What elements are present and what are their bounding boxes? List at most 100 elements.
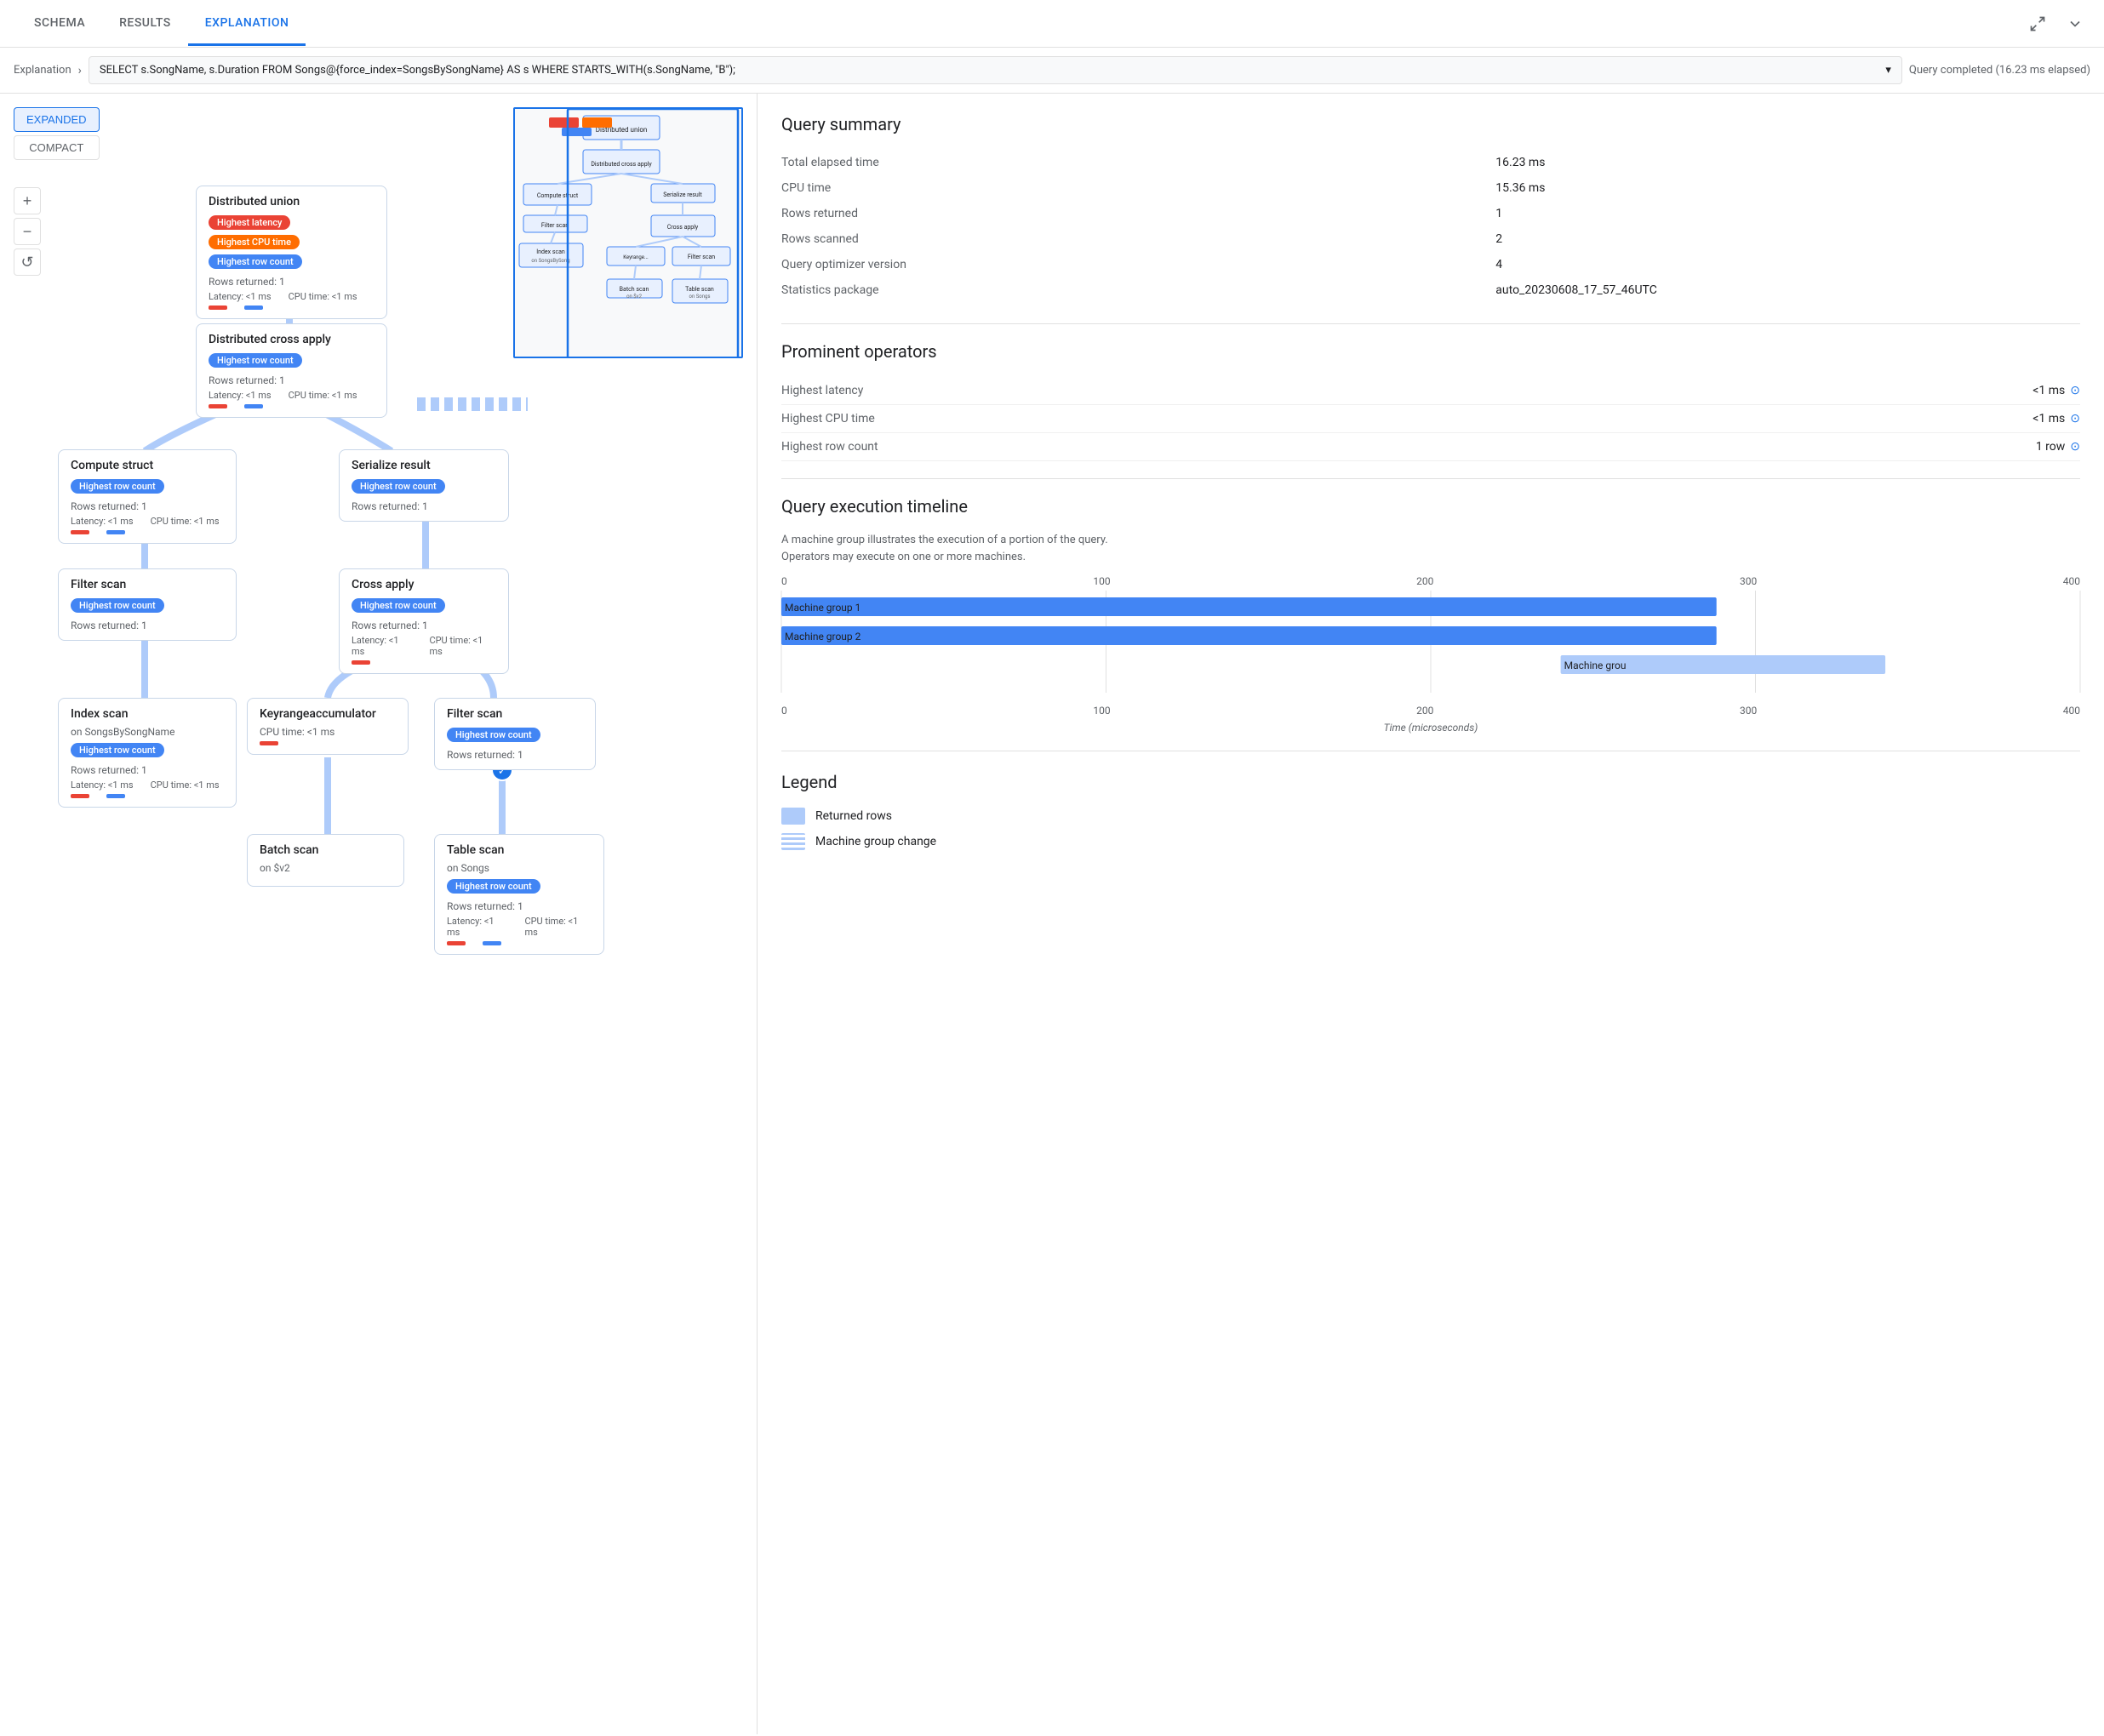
svg-text:on Songs: on Songs bbox=[689, 294, 711, 300]
node-cross-apply[interactable]: Cross apply Highest row count Rows retur… bbox=[339, 568, 509, 674]
bar-cpu bbox=[260, 741, 278, 745]
row-value: 16.23 ms bbox=[1495, 150, 2080, 175]
node-bars bbox=[209, 306, 374, 310]
link-icon-0[interactable]: ⊙ bbox=[2070, 384, 2080, 397]
badge-highest-row: Highest row count bbox=[352, 598, 445, 613]
node-rows: Rows returned: 1 bbox=[447, 749, 583, 761]
compact-button[interactable]: COMPACT bbox=[14, 135, 100, 160]
node-bars bbox=[209, 404, 374, 408]
row-value: 15.36 ms bbox=[1495, 175, 2080, 201]
node-compute-struct[interactable]: Compute struct Highest row count Rows re… bbox=[58, 449, 237, 544]
badge-highest-row: Highest row count bbox=[352, 479, 445, 494]
query-dropdown-icon[interactable]: ▾ bbox=[1885, 64, 1891, 77]
node-filter-scan-2[interactable]: Filter scan Highest row count Rows retur… bbox=[434, 698, 596, 770]
legend-section: Legend Returned rows Machine group chang… bbox=[781, 772, 2080, 850]
link-icon-1[interactable]: ⊙ bbox=[2070, 412, 2080, 425]
node-serialize-result[interactable]: Serialize result Highest row count Rows … bbox=[339, 449, 509, 522]
node-filter-scan-1[interactable]: Filter scan Highest row count Rows retur… bbox=[58, 568, 237, 641]
row-value: auto_20230608_17_57_46UTC bbox=[1495, 277, 2080, 303]
node-title: Filter scan bbox=[447, 707, 583, 721]
node-index-scan[interactable]: Index scan on SongsBySongName Highest ro… bbox=[58, 698, 237, 808]
zoom-out-button[interactable]: − bbox=[14, 218, 41, 245]
query-summary-title: Query summary bbox=[781, 114, 2080, 134]
query-status: Query completed (16.23 ms elapsed) bbox=[1909, 57, 2090, 83]
svg-text:Serialize result: Serialize result bbox=[663, 191, 702, 198]
badge-highest-row: Highest row count bbox=[447, 879, 540, 894]
badge-highest-row: Highest row count bbox=[209, 353, 302, 368]
node-cpu: CPU time: <1 ms bbox=[151, 779, 220, 791]
bar-cpu bbox=[106, 794, 125, 798]
tab-results[interactable]: RESULTS bbox=[102, 3, 188, 46]
svg-text:Table scan: Table scan bbox=[685, 286, 714, 293]
fullscreen-icon[interactable] bbox=[2026, 12, 2050, 36]
query-input[interactable]: SELECT s.SongName, s.Duration FROM Songs… bbox=[89, 56, 1902, 84]
view-toggle: EXPANDED COMPACT bbox=[14, 107, 100, 160]
svg-text:Distributed cross apply: Distributed cross apply bbox=[591, 161, 652, 168]
expanded-button[interactable]: EXPANDED bbox=[14, 107, 100, 132]
timeline-xlabel: Time (microseconds) bbox=[781, 722, 2080, 734]
op-value: <1 ms ⊙ bbox=[2033, 412, 2080, 425]
svg-text:Filter scan: Filter scan bbox=[688, 254, 715, 260]
left-panel: EXPANDED COMPACT + − ↺ bbox=[0, 94, 758, 1734]
minimap-svg: Distributed union Distributed cross appl… bbox=[515, 109, 743, 358]
tab-schema[interactable]: SCHEMA bbox=[17, 3, 102, 46]
legend-icon-returned bbox=[781, 808, 805, 825]
bar-latency bbox=[71, 530, 89, 534]
zoom-controls: + − ↺ bbox=[14, 187, 41, 276]
legend-icon-machine bbox=[781, 833, 805, 850]
link-icon-2[interactable]: ⊙ bbox=[2070, 440, 2080, 454]
node-table-scan[interactable]: Table scan on Songs Highest row count Ro… bbox=[434, 834, 604, 955]
node-bar-row: Latency: <1 ms CPU time: <1 ms bbox=[71, 516, 224, 527]
node-bars bbox=[352, 660, 496, 665]
timeline-x-axis-bottom: 0 100 200 300 400 bbox=[781, 705, 2080, 717]
node-bars bbox=[71, 794, 224, 798]
row-value: 4 bbox=[1495, 252, 2080, 277]
minimap[interactable]: Distributed union Distributed cross appl… bbox=[513, 107, 743, 358]
tab-icons bbox=[2026, 12, 2087, 36]
svg-text:on $v2: on $v2 bbox=[626, 294, 643, 300]
node-distributed-cross-apply[interactable]: Distributed cross apply Highest row coun… bbox=[196, 323, 387, 418]
xaxis-300: 300 bbox=[1740, 705, 1757, 717]
axis-400: 400 bbox=[2063, 575, 2080, 587]
op-val-text: <1 ms bbox=[2033, 412, 2065, 425]
node-rows: Rows returned: 1 bbox=[352, 500, 496, 512]
row-value: 2 bbox=[1495, 226, 2080, 252]
node-distributed-union[interactable]: Distributed union Highest latency Highes… bbox=[196, 186, 387, 319]
node-rows: Rows returned: 1 bbox=[352, 620, 496, 631]
bar-latency bbox=[209, 404, 227, 408]
bar-latency bbox=[209, 306, 227, 310]
node-badges: Highest latency Highest CPU time Highest… bbox=[209, 214, 374, 272]
badge-highest-row: Highest row count bbox=[209, 254, 302, 269]
zoom-reset-button[interactable]: ↺ bbox=[14, 248, 41, 276]
op-value: <1 ms ⊙ bbox=[2033, 384, 2080, 397]
op-val-text: <1 ms bbox=[2033, 384, 2065, 397]
chevron-down-icon[interactable] bbox=[2063, 12, 2087, 36]
query-bar: Explanation › SELECT s.SongName, s.Durat… bbox=[0, 48, 2104, 94]
node-cpu: CPU time: <1 ms bbox=[151, 516, 220, 527]
table-row: CPU time 15.36 ms bbox=[781, 175, 2080, 201]
svg-text:Filter scan: Filter scan bbox=[541, 222, 569, 229]
xaxis-100: 100 bbox=[1093, 705, 1110, 717]
node-cpu: CPU time: <1 ms bbox=[524, 916, 592, 938]
timeline-section: Query execution timeline A machine group… bbox=[781, 496, 2080, 734]
bar-latency bbox=[352, 660, 370, 665]
axis-0: 0 bbox=[781, 575, 787, 587]
op-val-text: 1 row bbox=[2036, 440, 2065, 454]
xaxis-0: 0 bbox=[781, 705, 787, 717]
tab-explanation[interactable]: EXPLANATION bbox=[188, 3, 306, 46]
table-row: Rows returned 1 bbox=[781, 201, 2080, 226]
node-title: Filter scan bbox=[71, 578, 224, 591]
node-latency: Latency: <1 ms bbox=[71, 516, 134, 527]
zoom-in-button[interactable]: + bbox=[14, 187, 41, 214]
node-keyrange-accumulator[interactable]: Keyrangeaccumulator CPU time: <1 ms bbox=[247, 698, 409, 755]
timeline-axis-top: 0 100 200 300 400 bbox=[781, 575, 2080, 587]
node-title: Distributed union bbox=[209, 195, 374, 208]
row-label: Rows returned bbox=[781, 201, 1495, 226]
breadcrumb-arrow: › bbox=[78, 64, 82, 77]
breadcrumb-label: Explanation bbox=[14, 64, 71, 77]
op-row-latency: Highest latency <1 ms ⊙ bbox=[781, 377, 2080, 405]
node-batch-scan[interactable]: Batch scan on $v2 bbox=[247, 834, 404, 887]
node-title: Distributed cross apply bbox=[209, 333, 374, 346]
row-label: Total elapsed time bbox=[781, 150, 1495, 175]
legend-title: Legend bbox=[781, 772, 2080, 792]
